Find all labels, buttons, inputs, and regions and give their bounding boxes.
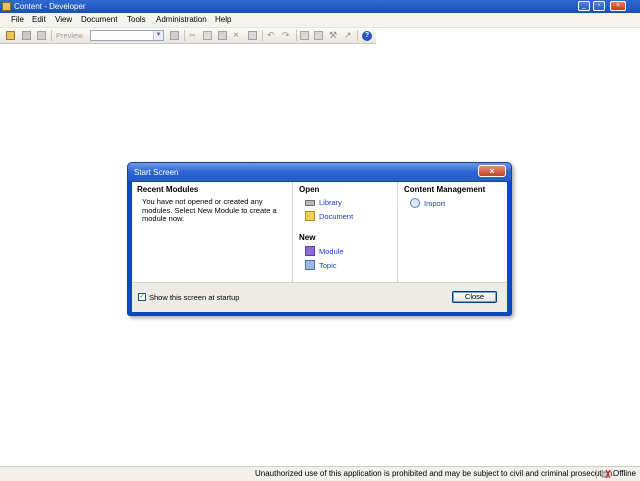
import-label: Import <box>424 199 446 208</box>
dialog-title: Start Screen <box>134 168 179 177</box>
window-title-bar[interactable]: Content - Developer _ ▫ × <box>0 0 640 13</box>
outdent-icon[interactable] <box>314 31 323 40</box>
menu-edit[interactable]: Edit <box>32 15 46 25</box>
module-icon <box>305 246 315 256</box>
minimize-button[interactable]: _ <box>578 1 590 11</box>
open-heading: Open <box>299 185 320 194</box>
wand-icon[interactable]: ↗ <box>344 31 353 40</box>
delete-icon[interactable]: × <box>233 31 242 41</box>
dialog-footer: ✓ Show this screen at startup Close <box>132 282 507 312</box>
toolbar-separator <box>357 30 358 41</box>
toolbar-separator <box>184 30 185 41</box>
show-at-startup-checkbox[interactable]: ✓ <box>138 293 146 301</box>
undo-icon[interactable]: ↶ <box>267 31 276 40</box>
open-new-panel: Open Library Document New Module Topic <box>293 182 398 282</box>
status-message: Unauthorized use of this application is … <box>255 469 615 478</box>
toolbar-separator <box>296 30 297 41</box>
dialog-title-bar[interactable]: Start Screen × <box>128 163 511 181</box>
help-icon[interactable]: ? <box>362 31 372 41</box>
menu-help[interactable]: Help <box>215 15 231 25</box>
save-icon[interactable] <box>22 31 31 40</box>
new-module-label: Module <box>319 247 344 256</box>
content-management-panel: Content Management Import <box>398 182 507 282</box>
content-management-heading: Content Management <box>404 185 486 194</box>
app-icon <box>2 2 11 11</box>
redo-icon[interactable]: ↷ <box>282 31 291 40</box>
indent-icon[interactable] <box>300 31 309 40</box>
preview-button[interactable]: Preview <box>56 31 83 40</box>
toolbar-separator <box>51 30 52 41</box>
status-bar: Unauthorized use of this application is … <box>0 466 640 481</box>
recent-modules-heading: Recent Modules <box>137 185 199 194</box>
tools-icon[interactable]: ⚒ <box>329 31 338 40</box>
paste-icon[interactable] <box>218 31 227 40</box>
offline-icon <box>601 469 611 479</box>
menu-file[interactable]: File <box>11 15 24 25</box>
open-folder-icon[interactable] <box>6 31 15 40</box>
menu-administration[interactable]: Administration <box>156 15 207 25</box>
recent-modules-text: You have not opened or created any modul… <box>142 197 277 223</box>
close-button[interactable]: Close <box>452 291 497 303</box>
open-document-label: Document <box>319 212 354 221</box>
import-icon <box>410 198 420 208</box>
menu-view[interactable]: View <box>55 15 72 25</box>
cut-icon[interactable]: ✂ <box>189 31 198 40</box>
folder-icon <box>305 211 315 221</box>
connection-status: Offline <box>613 469 636 478</box>
menu-bar: File Edit View Document Tools Administra… <box>0 13 640 28</box>
new-heading: New <box>299 233 316 242</box>
chevron-down-icon[interactable]: ▼ <box>153 31 163 40</box>
copy-icon[interactable] <box>203 31 212 40</box>
toolbar-separator <box>262 30 263 41</box>
module-select[interactable]: ▼ <box>90 30 164 41</box>
window-title: Content - Developer <box>14 2 86 11</box>
print-icon[interactable] <box>37 31 46 40</box>
status-separator <box>596 469 597 479</box>
open-library-label: Library <box>319 198 342 207</box>
maximize-button[interactable]: ▫ <box>593 1 605 11</box>
menu-tools[interactable]: Tools <box>127 15 146 25</box>
dialog-close-button[interactable]: × <box>478 165 506 177</box>
library-icon <box>305 200 315 206</box>
toolbar: Preview ▼ ✂ × ↶ ↷ ⚒ ↗ ? <box>0 28 376 44</box>
topic-icon <box>305 260 315 270</box>
menu-document[interactable]: Document <box>81 15 117 25</box>
start-screen-dialog: Start Screen × Recent Modules You have n… <box>127 162 512 316</box>
dialog-body: Recent Modules You have not opened or cr… <box>132 182 507 312</box>
close-window-button[interactable]: × <box>610 1 626 11</box>
new-topic-label: Topic <box>319 261 337 270</box>
new-icon[interactable] <box>170 31 179 40</box>
show-at-startup-label[interactable]: Show this screen at startup <box>149 293 239 302</box>
recent-modules-panel: Recent Modules You have not opened or cr… <box>132 182 293 282</box>
properties-icon[interactable] <box>248 31 257 40</box>
